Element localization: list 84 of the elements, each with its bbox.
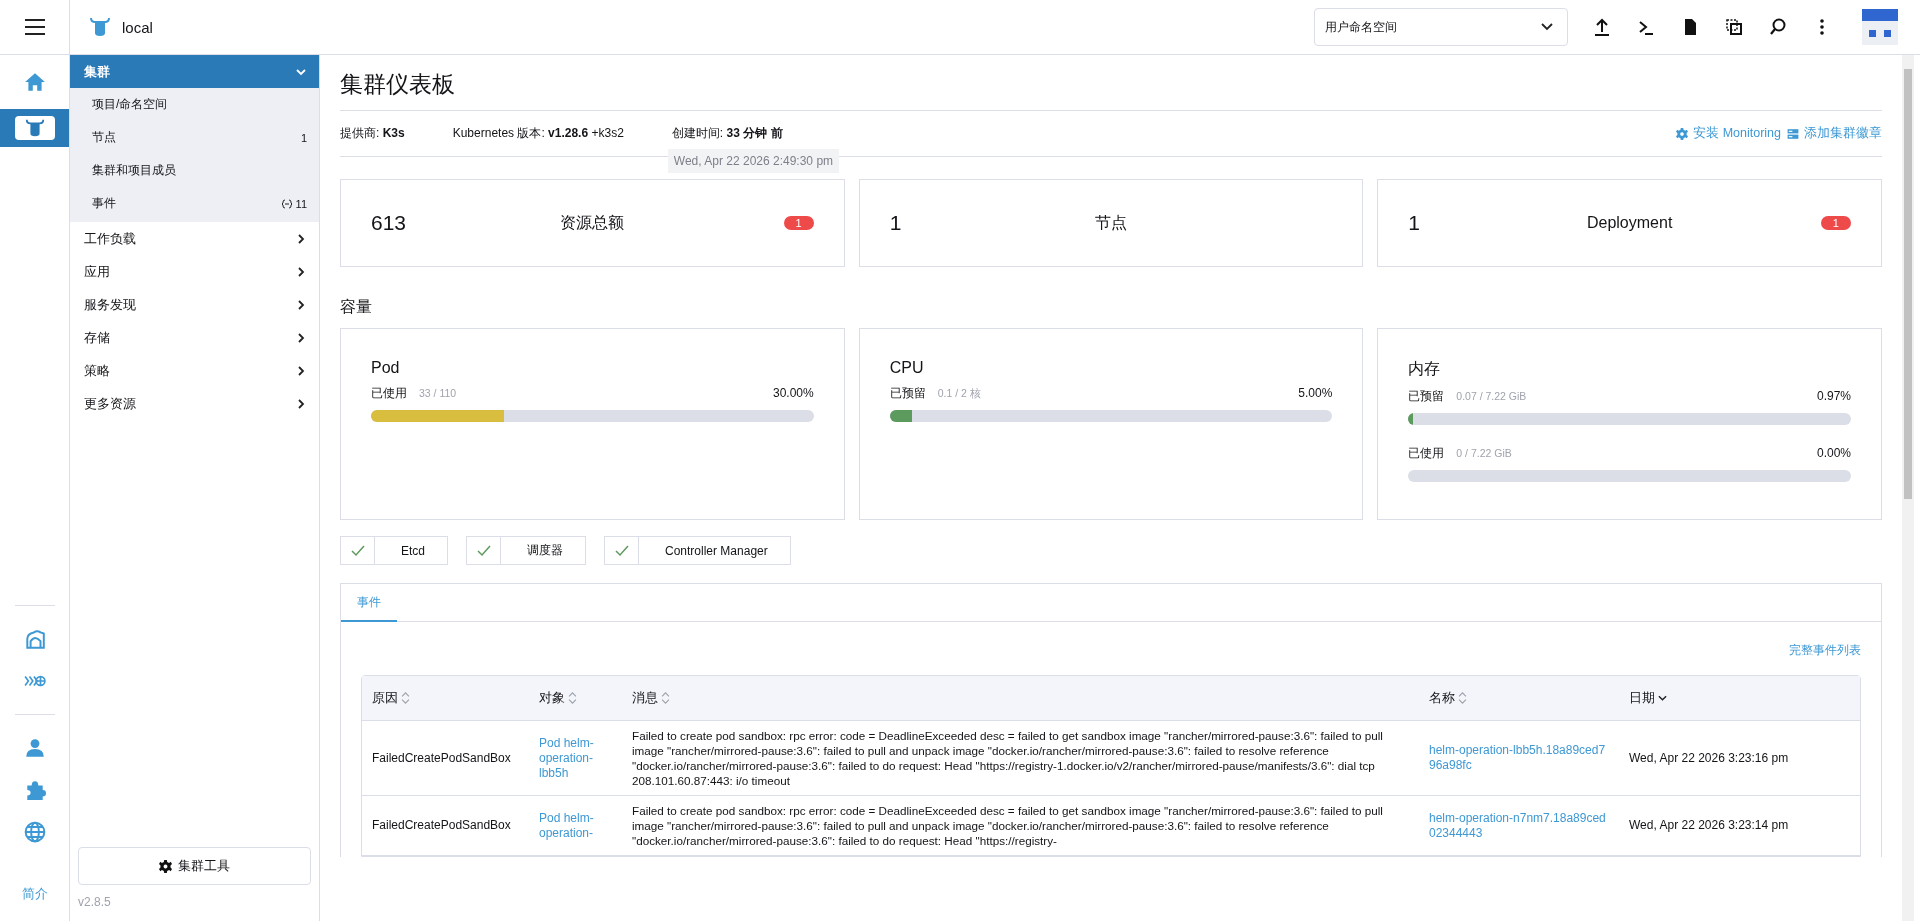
table-cell-text: FailedCreatePodSandBox bbox=[371, 749, 512, 767]
cluster-info: Kubernetes 版本: v1.28.6 +k3s2 bbox=[452, 125, 624, 142]
meter-detail: 0.1 / 2 核 bbox=[937, 387, 981, 401]
table-cell-text: FailedCreatePodSandBox bbox=[371, 817, 512, 834]
nav-item[interactable]: 项目/命名空间 bbox=[92, 96, 168, 113]
gear-icon bbox=[1676, 127, 1689, 140]
capacity-title: CPU bbox=[889, 359, 925, 377]
alert-count: 1 bbox=[1820, 216, 1851, 230]
resource-label: 节点 bbox=[1094, 212, 1128, 233]
copy-frame-icon[interactable] bbox=[1724, 17, 1744, 37]
nav-group[interactable]: 存储 bbox=[70, 321, 319, 354]
meter-reading: 5.00% bbox=[1298, 386, 1333, 400]
chevron-right-icon bbox=[295, 364, 307, 377]
namespace-select[interactable]: 用户命名空间 bbox=[1314, 8, 1568, 46]
meter-reading: 30.00% bbox=[772, 386, 814, 400]
item-count: 1 bbox=[300, 131, 307, 144]
chevron-right-icon bbox=[295, 298, 307, 311]
namespace-braces-icon bbox=[281, 198, 292, 209]
meter-label: 已使用 bbox=[1408, 445, 1445, 462]
chevron-right-icon bbox=[295, 265, 307, 278]
version-label: v2.8.5 bbox=[77, 894, 112, 911]
component-status: Controller Manager bbox=[604, 536, 791, 565]
chevron-right-icon bbox=[295, 331, 307, 344]
gear-icon bbox=[159, 859, 172, 873]
alert-count: 1 bbox=[783, 216, 814, 230]
column-header[interactable]: 名称 bbox=[1419, 689, 1619, 707]
meter-detail: 0 / 7.22 GiB bbox=[1456, 447, 1512, 459]
resource-label: Deployment bbox=[1585, 214, 1674, 232]
nav-group[interactable]: 应用 bbox=[70, 255, 319, 288]
nav-item[interactable]: 集群和项目成员 bbox=[92, 162, 176, 179]
globe-icon[interactable] bbox=[23, 821, 46, 843]
capacity-title: Pod bbox=[371, 359, 401, 377]
page-title: 集群仪表板 bbox=[340, 63, 1882, 111]
component-status: Etcd bbox=[340, 536, 448, 565]
meter-reading: 0.00% bbox=[1816, 446, 1851, 460]
meter-detail: 0.07 / 7.22 GiB bbox=[1456, 390, 1527, 402]
table-cell-text: Failed to create pod sandbox: rpc error: code = DeadlineExceeded desc = failed to get sandbox image "rancher/mirrored-pause:3.6": failed to pull image "rancher/mirrored-pause:3.6": failed to pull and unpack image "docker.io/rancher/mirrored-pause:3.6": failed to resolve reference "docker.io/rancher/mirrored-pause:3.6": failed to do request: Head "https://registry-1.docker.io/v2/rancher/mirrored-pause/manifests/3.6": dial tcp 208.101.60.87:443: i/o timeout bbox=[631, 728, 1384, 789]
nav-item[interactable]: 事件 bbox=[92, 195, 116, 212]
table-cell-text: Wed, Apr 22 2026 3:23:16 pm bbox=[1628, 749, 1790, 767]
summary-card[interactable]: 1 节点 bbox=[858, 179, 1364, 267]
table-cell-text: Failed to create pod sandbox: rpc error: code = DeadlineExceeded desc = failed to get sandbox image "rancher/mirrored-pause:3.6": failed to pull image "rancher/mirrored-pause:3.6": failed to pull and unpack image "docker.io/rancher/mirrored-pause:3.6": failed to resolve reference "docker.io/rancher/mirrored-pause:3.6": failed to do request: Head "https://registry- bbox=[631, 803, 1384, 849]
resource-label: 资源总额 bbox=[559, 212, 626, 233]
nav-item[interactable]: 节点 bbox=[92, 129, 116, 146]
column-header[interactable]: 日期 bbox=[1619, 689, 1860, 707]
summary-card[interactable]: 1 Deployment 1 bbox=[1377, 179, 1882, 267]
avatar-icon[interactable] bbox=[1862, 9, 1898, 45]
chevron-right-icon bbox=[295, 397, 307, 410]
cluster-icon[interactable] bbox=[14, 116, 55, 140]
meter-label: 已预留 bbox=[1408, 388, 1445, 405]
cluster-info: 提供商: K3s bbox=[340, 125, 405, 142]
user-icon[interactable] bbox=[23, 737, 46, 759]
resource-count: 1 bbox=[889, 211, 903, 235]
search-icon[interactable] bbox=[1768, 17, 1788, 37]
item-count: 11 bbox=[295, 197, 307, 210]
chevron-down-icon bbox=[1541, 23, 1553, 31]
meter-reading: 0.97% bbox=[1816, 389, 1851, 403]
cluster-tools-button[interactable]: 集群工具 bbox=[78, 847, 311, 885]
meter-label: 已使用 bbox=[371, 385, 407, 402]
column-header[interactable]: 消息 bbox=[622, 689, 1419, 707]
column-header[interactable]: 原因 bbox=[362, 689, 529, 707]
nav-group[interactable]: 更多资源 bbox=[70, 387, 319, 420]
capacity-title: 内存 bbox=[1408, 359, 1442, 379]
chevron-right-icon bbox=[295, 232, 307, 245]
nav-group[interactable]: 集群 bbox=[70, 55, 319, 88]
scrollbar[interactable] bbox=[1902, 55, 1914, 921]
resource-count: 1 bbox=[1408, 211, 1421, 235]
tooltip: Wed, Apr 22 2026 2:49:30 pm bbox=[667, 149, 840, 173]
menu-icon[interactable] bbox=[24, 19, 45, 35]
cluster-name: local bbox=[122, 18, 153, 36]
resource-count: 613 bbox=[371, 211, 408, 235]
component-status: 调度器 bbox=[466, 536, 586, 565]
section-heading: 容量 bbox=[340, 297, 373, 317]
nav-group[interactable]: 工作负载 bbox=[70, 222, 319, 255]
nav-group[interactable]: 服务发现 bbox=[70, 288, 319, 321]
home-icon[interactable] bbox=[23, 71, 46, 93]
column-header[interactable]: 对象 bbox=[529, 689, 622, 707]
meter-detail: 33 / 110 bbox=[419, 387, 457, 399]
bull-logo-icon bbox=[88, 15, 112, 39]
bull-icon bbox=[23, 117, 46, 139]
meter-label: 已预留 bbox=[889, 385, 926, 402]
upload-icon[interactable] bbox=[1592, 17, 1612, 37]
table-cell-text: Wed, Apr 22 2026 3:23:14 pm bbox=[1628, 817, 1790, 834]
nav-group[interactable]: 策略 bbox=[70, 354, 319, 387]
summary-card[interactable]: 613 资源总额 1 bbox=[340, 179, 845, 267]
